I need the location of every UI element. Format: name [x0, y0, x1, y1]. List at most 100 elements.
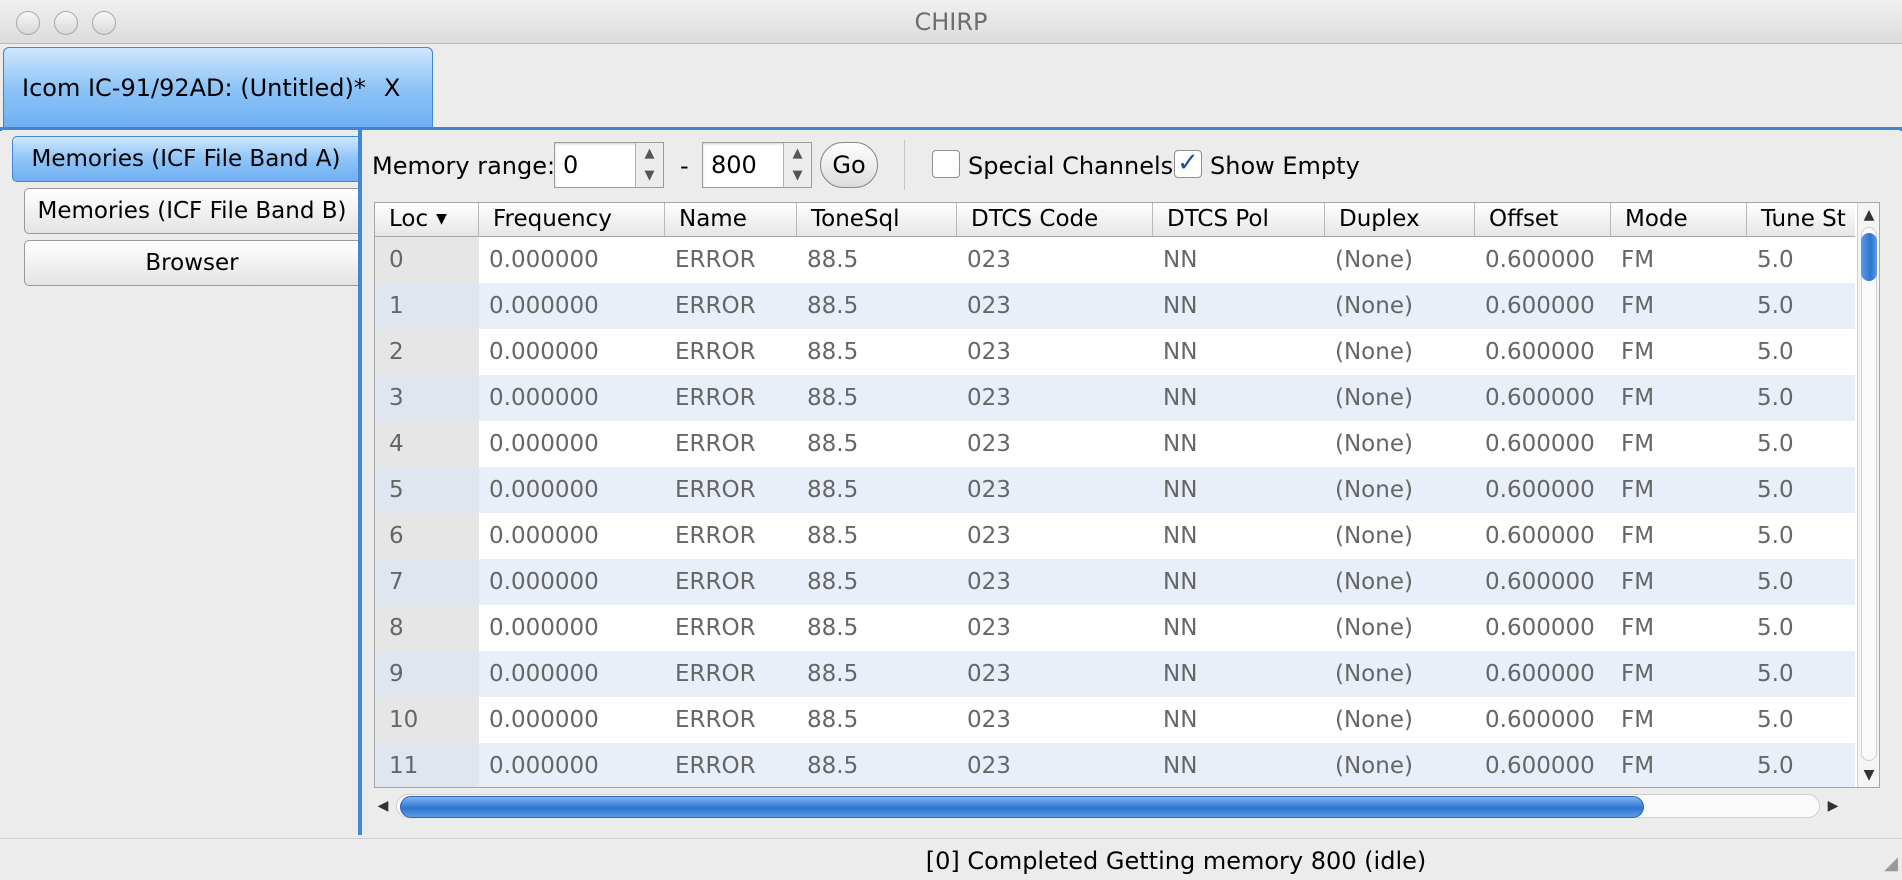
cell-tune-step[interactable]: 5.0: [1757, 421, 1794, 467]
table-row[interactable]: 4 0.000000 ERROR 88.5 023 NN (None) 0.600000 FM 5…: [375, 421, 1855, 467]
cell-loc[interactable]: 4: [389, 421, 404, 467]
table-row[interactable]: 8 0.000000 ERROR 88.5 023 NN (None) 0.600000 FM 5…: [375, 605, 1855, 651]
cell-dtcs-pol[interactable]: NN: [1163, 283, 1197, 329]
column-header-mode[interactable]: Mode: [1611, 203, 1747, 237]
table-row[interactable]: 1 0.000000 ERROR 88.5 023 NN (None) 0.600000 FM 5…: [375, 283, 1855, 329]
table-row[interactable]: 6 0.000000 ERROR 88.5 023 NN (None) 0.600000 FM 5…: [375, 513, 1855, 559]
cell-name[interactable]: ERROR: [675, 421, 756, 467]
cell-frequency[interactable]: 0.000000: [489, 421, 599, 467]
cell-tune-step[interactable]: 5.0: [1757, 605, 1794, 651]
cell-dtcs-code[interactable]: 023: [967, 651, 1011, 697]
column-header-name[interactable]: Name: [665, 203, 797, 237]
cell-frequency[interactable]: 0.000000: [489, 559, 599, 605]
cell-offset[interactable]: 0.600000: [1485, 329, 1595, 375]
cell-tune-step[interactable]: 5.0: [1757, 559, 1794, 605]
table-row[interactable]: 5 0.000000 ERROR 88.5 023 NN (None) 0.600000 FM 5…: [375, 467, 1855, 513]
range-end-input[interactable]: [703, 143, 783, 187]
cell-mode[interactable]: FM: [1621, 743, 1654, 787]
table-row[interactable]: 11 0.000000 ERROR 88.5 023 NN (None) 0.600000 FM…: [375, 743, 1855, 787]
cell-offset[interactable]: 0.600000: [1485, 605, 1595, 651]
cell-dtcs-code[interactable]: 023: [967, 697, 1011, 743]
cell-mode[interactable]: FM: [1621, 605, 1654, 651]
cell-dtcs-pol[interactable]: NN: [1163, 329, 1197, 375]
scroll-left-icon[interactable]: ◀: [374, 796, 392, 816]
cell-duplex[interactable]: (None): [1335, 237, 1413, 283]
cell-dtcs-code[interactable]: 023: [967, 283, 1011, 329]
document-tab[interactable]: Icom IC-91/92AD: (Untitled)* X: [3, 47, 433, 127]
cell-offset[interactable]: 0.600000: [1485, 467, 1595, 513]
cell-duplex[interactable]: (None): [1335, 559, 1413, 605]
cell-tune-step[interactable]: 5.0: [1757, 651, 1794, 697]
cell-dtcs-pol[interactable]: NN: [1163, 421, 1197, 467]
sidebar-tab-band-b[interactable]: Memories (ICF File Band B): [24, 188, 360, 234]
cell-mode[interactable]: FM: [1621, 559, 1654, 605]
range-end-stepper[interactable]: ▲ ▼: [783, 143, 811, 187]
increment-icon[interactable]: ▲: [636, 143, 663, 165]
range-start-input[interactable]: [555, 143, 635, 187]
horizontal-scroll-thumb[interactable]: [400, 796, 1644, 818]
cell-frequency[interactable]: 0.000000: [489, 651, 599, 697]
cell-duplex[interactable]: (None): [1335, 467, 1413, 513]
cell-mode[interactable]: FM: [1621, 651, 1654, 697]
cell-tune-step[interactable]: 5.0: [1757, 329, 1794, 375]
cell-tune-step[interactable]: 5.0: [1757, 697, 1794, 743]
cell-offset[interactable]: 0.600000: [1485, 283, 1595, 329]
table-row[interactable]: 0 0.000000 ERROR 88.5 023 NN (None) 0.600000 FM 5…: [375, 237, 1855, 283]
decrement-icon[interactable]: ▼: [784, 165, 811, 187]
cell-name[interactable]: ERROR: [675, 283, 756, 329]
cell-loc[interactable]: 10: [389, 697, 418, 743]
cell-offset[interactable]: 0.600000: [1485, 375, 1595, 421]
table-row[interactable]: 9 0.000000 ERROR 88.5 023 NN (None) 0.600000 FM 5…: [375, 651, 1855, 697]
cell-dtcs-code[interactable]: 023: [967, 513, 1011, 559]
cell-duplex[interactable]: (None): [1335, 329, 1413, 375]
cell-tune-step[interactable]: 5.0: [1757, 237, 1794, 283]
cell-frequency[interactable]: 0.000000: [489, 513, 599, 559]
cell-offset[interactable]: 0.600000: [1485, 697, 1595, 743]
cell-loc[interactable]: 7: [389, 559, 404, 605]
cell-frequency[interactable]: 0.000000: [489, 329, 599, 375]
range-end-spinner[interactable]: ▲ ▼: [702, 142, 812, 188]
cell-dtcs-code[interactable]: 023: [967, 605, 1011, 651]
cell-loc[interactable]: 5: [389, 467, 404, 513]
vertical-scroll-thumb[interactable]: [1861, 233, 1877, 281]
cell-dtcs-pol[interactable]: NN: [1163, 513, 1197, 559]
cell-loc[interactable]: 9: [389, 651, 404, 697]
cell-loc[interactable]: 1: [389, 283, 404, 329]
cell-dtcs-pol[interactable]: NN: [1163, 559, 1197, 605]
cell-duplex[interactable]: (None): [1335, 283, 1413, 329]
cell-loc[interactable]: 2: [389, 329, 404, 375]
cell-name[interactable]: ERROR: [675, 467, 756, 513]
cell-mode[interactable]: FM: [1621, 513, 1654, 559]
cell-loc[interactable]: 3: [389, 375, 404, 421]
cell-dtcs-code[interactable]: 023: [967, 743, 1011, 787]
resize-grip-icon[interactable]: ◢: [1874, 852, 1898, 876]
cell-tonesql[interactable]: 88.5: [807, 329, 858, 375]
cell-tonesql[interactable]: 88.5: [807, 513, 858, 559]
column-header-frequency[interactable]: Frequency: [479, 203, 665, 237]
increment-icon[interactable]: ▲: [784, 143, 811, 165]
column-header-dtcs-pol[interactable]: DTCS Pol: [1153, 203, 1325, 237]
cell-frequency[interactable]: 0.000000: [489, 237, 599, 283]
cell-dtcs-code[interactable]: 023: [967, 467, 1011, 513]
vertical-scrollbar[interactable]: ▲ ▼: [1857, 203, 1879, 787]
cell-loc[interactable]: 8: [389, 605, 404, 651]
cell-name[interactable]: ERROR: [675, 375, 756, 421]
cell-dtcs-pol[interactable]: NN: [1163, 743, 1197, 787]
cell-name[interactable]: ERROR: [675, 559, 756, 605]
column-header-dtcs-code[interactable]: DTCS Code: [957, 203, 1153, 237]
cell-tonesql[interactable]: 88.5: [807, 651, 858, 697]
cell-tune-step[interactable]: 5.0: [1757, 467, 1794, 513]
cell-duplex[interactable]: (None): [1335, 421, 1413, 467]
cell-dtcs-pol[interactable]: NN: [1163, 651, 1197, 697]
column-header-offset[interactable]: Offset: [1475, 203, 1611, 237]
cell-mode[interactable]: FM: [1621, 467, 1654, 513]
cell-name[interactable]: ERROR: [675, 513, 756, 559]
cell-dtcs-code[interactable]: 023: [967, 421, 1011, 467]
cell-tune-step[interactable]: 5.0: [1757, 743, 1794, 787]
cell-duplex[interactable]: (None): [1335, 697, 1413, 743]
cell-frequency[interactable]: 0.000000: [489, 743, 599, 787]
cell-mode[interactable]: FM: [1621, 421, 1654, 467]
cell-mode[interactable]: FM: [1621, 697, 1654, 743]
cell-frequency[interactable]: 0.000000: [489, 283, 599, 329]
cell-mode[interactable]: FM: [1621, 329, 1654, 375]
